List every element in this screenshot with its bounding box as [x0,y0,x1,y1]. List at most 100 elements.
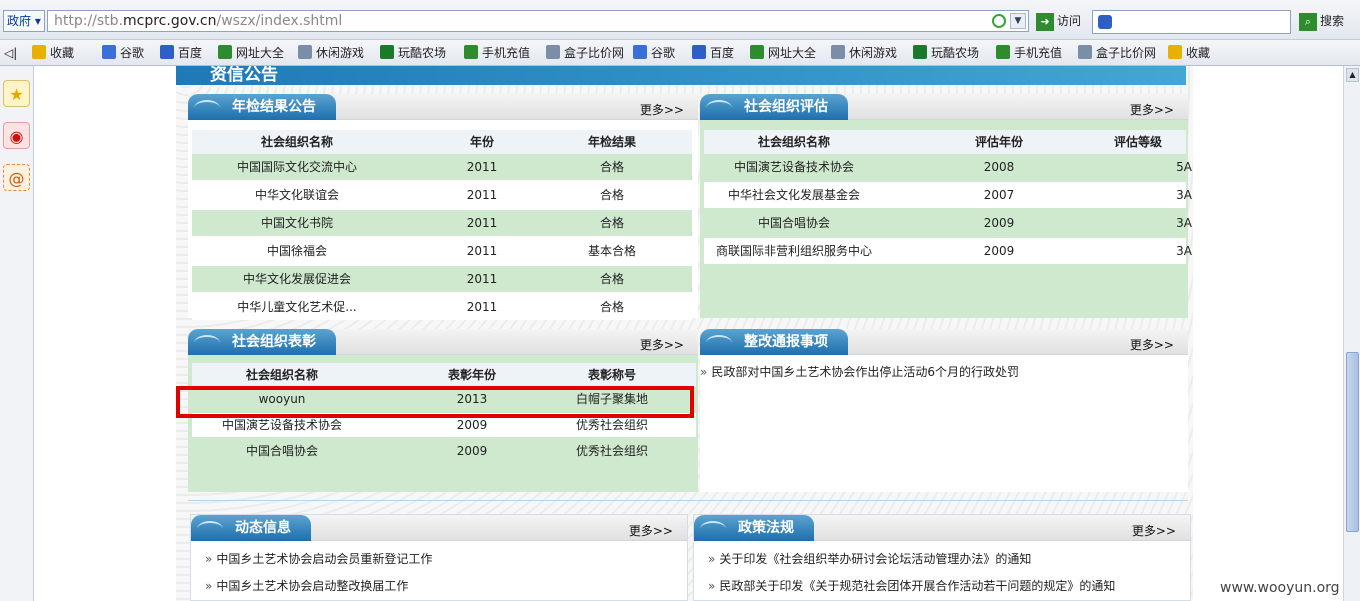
url-prefix: http://stb. [54,13,124,29]
favorite-item[interactable]: 收藏 [1168,44,1210,62]
favorite-label: 百度 [710,46,735,60]
star-icon [1168,45,1182,59]
favorite-item[interactable]: 玩酷农场 [913,44,979,62]
ie-icon [750,45,764,59]
table-cell: 中国徐福会 [266,244,327,258]
panel-title: 政策法规 [694,515,814,541]
favorite-item[interactable]: 谷歌 [633,44,675,62]
table-cell: 中国合唱协会 [757,216,830,230]
table-cell: 3A [1176,216,1192,230]
table-cell: 合格 [599,300,624,314]
list-item-text: 民政部关于印发《关于规范社会团体开展合作活动若干问题的规定》的通知 [719,579,1116,593]
star-icon[interactable]: ★ [3,80,30,107]
favorite-label: 盒子比价网 [1096,46,1157,60]
favorite-item[interactable]: 百度 [160,44,202,62]
favorite-item[interactable]: 谷歌 [102,44,144,62]
favorite-item[interactable]: 手机充值 [996,44,1062,62]
search-input[interactable] [1092,10,1291,34]
annual-result-panel: 年检结果公告 更多>> 社会组织名称 年份 年检结果 中国国际文化交流中心 2011 合格 中华… [188,94,698,320]
scroll-up-icon[interactable]: ▲ [1346,68,1359,82]
column-header: 社会组织名称 [260,135,333,149]
url-path: /wszx/index.shtml [216,13,343,29]
favorite-item[interactable]: 盒子比价网 [1078,44,1156,62]
url-input[interactable]: http://stb.mcprc.gov.cn/wszx/index.shtml… [47,10,1029,32]
more-link[interactable]: 更多>> [629,522,673,539]
table-row[interactable]: 中华文化发展促进会 2011 合格 [192,266,692,292]
favorite-item[interactable]: 网址大全 [218,44,284,62]
vertical-scrollbar[interactable]: ▲ [1343,66,1360,601]
baidu-icon [692,45,706,59]
list-item[interactable]: » 关于印发《社会组织举办研讨会论坛活动管理办法》的通知 [708,546,1031,572]
chevron-down-icon[interactable]: ▼ [1010,13,1026,29]
table-cell: 中国合唱协会 [245,444,318,458]
table-cell: 3A [1176,244,1192,258]
column-header: 表彰年份 [447,368,496,382]
visit-button[interactable]: ➜ 访问 [1036,12,1081,32]
table-cell: 3A [1176,188,1192,202]
table-row[interactable]: 中国国际文化交流中心 2011 合格 [192,154,692,180]
more-link[interactable]: 更多>> [1130,101,1174,118]
more-link[interactable]: 更多>> [640,101,684,118]
favorite-item[interactable]: 百度 [692,44,734,62]
table-row[interactable]: 中国徐福会 2011 基本合格 [192,238,692,264]
list-item[interactable]: » 民政部关于印发《关于规范社会团体开展合作活动若干问题的规定》的通知 [708,573,1115,599]
url-domain: mcprc.gov.cn [123,13,217,29]
table-row[interactable]: 中华儿童文化艺术促... 2011 合格 [192,294,692,320]
favorite-label: 休闲游戏 [849,46,898,60]
more-link[interactable]: 更多>> [1130,336,1174,353]
table-row[interactable]: 商联国际非营利组织服务中心 2009 3A [704,238,1192,264]
table-cell: 中国国际文化交流中心 [236,160,357,174]
visit-label: 访问 [1057,14,1082,28]
panel-title: 动态信息 [191,515,311,541]
table-cell: 2008 [983,160,1015,174]
table-cell: 2011 [466,300,498,314]
list-item[interactable]: » 中国乡土艺术协会启动会员重新登记工作 [205,546,432,572]
me-icon [913,45,927,59]
more-link[interactable]: 更多>> [640,336,684,353]
table-cell: 2011 [466,188,498,202]
star-icon [32,45,46,59]
table-row[interactable]: 中华文化联谊会 2011 合格 [192,182,692,208]
favorite-item[interactable]: 盒子比价网 [546,44,624,62]
favorite-item[interactable]: 休闲游戏 [298,44,364,62]
list-item-text: 中国乡土艺术协会启动整改换届工作 [216,579,409,593]
mail-icon[interactable]: @ [3,164,30,191]
page-icon [831,45,845,59]
table-cell: 中华儿童文化艺术促... [237,300,357,314]
table-row[interactable]: 中国合唱协会 2009 优秀社会组织 [192,439,696,463]
favorite-item[interactable]: 收藏 [32,44,74,62]
column-header: 评估年份 [974,135,1023,149]
table-cell: 2011 [466,272,498,286]
favorites-toggle-icon[interactable]: ◁| [4,44,17,62]
favorite-label: 玩酷农场 [931,46,980,60]
table-cell: 中华社会文化发展基金会 [727,188,860,202]
weibo-icon[interactable]: ◉ [3,122,30,149]
favorite-item[interactable]: 手机充值 [464,44,530,62]
table-cell: 2007 [983,188,1015,202]
column-header: 评估等级 [1113,135,1162,149]
favorite-label: 百度 [178,46,203,60]
panel-title: 年检结果公告 [188,94,336,120]
table-row[interactable]: 中华社会文化发展基金会 2007 3A [704,182,1192,208]
favorite-item[interactable]: 网址大全 [750,44,816,62]
more-link[interactable]: 更多>> [1132,522,1176,539]
favorite-item[interactable]: 休闲游戏 [831,44,897,62]
favorite-item[interactable]: 玩酷农场 [380,44,446,62]
table-cell: 商联国际非营利组织服务中心 [715,244,872,258]
evaluation-panel: 社会组织评估 更多>> 社会组织名称 评估年份 评估等级 中国演艺设备技术协会 2008 5A… [700,94,1192,318]
table-row[interactable]: 中国演艺设备技术协会 2008 5A [704,154,1192,180]
list-item[interactable]: » 民政部对中国乡土艺术协会作出停止活动6个月的行政处罚 [700,359,1019,385]
list-item-text: 民政部对中国乡土艺术协会作出停止活动6个月的行政处罚 [711,365,1019,379]
scrollbar-thumb[interactable] [1346,352,1359,532]
favorite-label: 休闲游戏 [316,46,365,60]
page-icon [1078,45,1092,59]
favorite-label: 手机充值 [482,46,531,60]
table-cell: 合格 [599,272,624,286]
refresh-icon[interactable] [992,14,1006,28]
search-button[interactable]: ⌕ 搜索 [1299,12,1344,31]
table-row[interactable]: 中国合唱协会 2009 3A [704,210,1192,236]
category-dropdown[interactable]: 政府 ▾ [3,10,45,32]
table-row[interactable]: 中国文化书院 2011 合格 [192,210,692,236]
list-item[interactable]: » 中国乡土艺术协会启动整改换届工作 [205,573,408,599]
table-cell: 中国文化书院 [260,216,333,230]
